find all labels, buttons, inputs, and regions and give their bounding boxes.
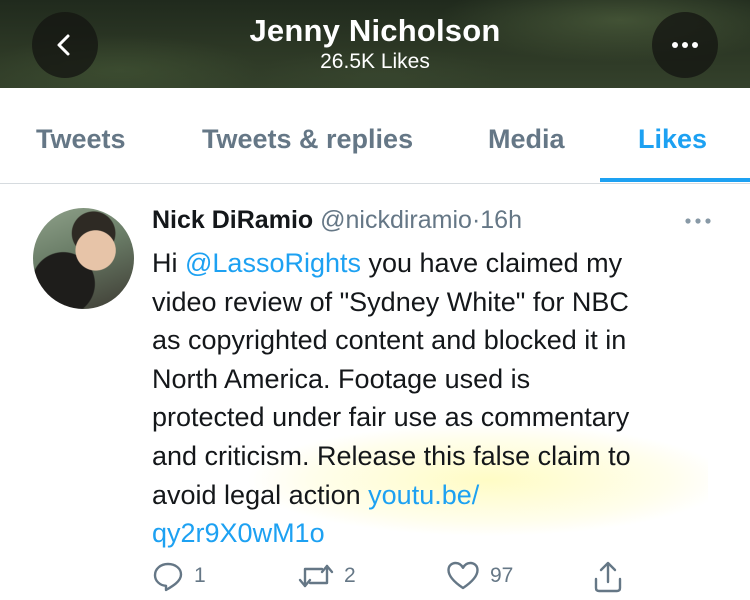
tab-likes[interactable]: Likes — [638, 124, 707, 155]
mention-link[interactable]: @LassoRights — [185, 248, 361, 278]
text-segment: you have claimed my — [361, 248, 623, 278]
text-segment: avoid legal action — [152, 479, 369, 510]
text-segment: Hi — [152, 248, 185, 278]
tweet-line: Hi @LassoRights you have claimed my — [152, 244, 722, 283]
heart-icon — [447, 561, 479, 590]
tweet-line: North America. Footage used is — [152, 363, 531, 394]
reply-button[interactable]: 1 — [152, 560, 206, 592]
tweet-line: video review of "Sydney White" for NBC — [152, 286, 629, 317]
tab-media[interactable]: Media — [488, 124, 565, 155]
reply-count: 1 — [194, 564, 206, 587]
tweet-time[interactable]: 16h — [480, 206, 522, 234]
author-handle[interactable]: @nickdiramio — [320, 206, 472, 234]
profile-tabs: Tweets Tweets & replies Media Likes — [0, 88, 750, 184]
tweet-header: Nick DiRamio @nickdiramio·16h — [152, 206, 522, 235]
active-tab-indicator — [600, 178, 750, 182]
avatar[interactable] — [33, 208, 134, 309]
tweet-more-button[interactable] — [683, 213, 713, 231]
author-name[interactable]: Nick DiRamio — [152, 206, 313, 234]
tab-tweets-replies[interactable]: Tweets & replies — [202, 124, 413, 155]
tweet-line: and criticism. Release this false claim … — [152, 440, 631, 471]
url-link[interactable]: qy2r9X0wM1o — [152, 518, 325, 548]
tweet-text: Hi @LassoRights you have claimed my vide… — [152, 244, 722, 553]
tweet-line: as copyrighted content and blocked it in — [152, 325, 627, 356]
share-icon — [594, 561, 622, 593]
retweet-count: 2 — [344, 564, 356, 587]
like-button[interactable]: 97 — [446, 560, 513, 592]
tweet-line: avoid legal action youtu.be/ — [152, 476, 722, 515]
more-horizontal-icon — [685, 218, 711, 224]
retweet-icon — [298, 564, 334, 588]
reply-icon — [153, 562, 183, 592]
tweet-line: protected under fair use as commentary — [152, 402, 630, 433]
retweet-button[interactable]: 2 — [298, 560, 356, 592]
profile-name: Jenny Nicholson — [249, 13, 501, 48]
like-count: 97 — [490, 564, 514, 587]
likes-count: 26.5K Likes — [320, 50, 430, 73]
tab-tweets[interactable]: Tweets — [36, 124, 126, 155]
more-options-button[interactable] — [652, 12, 718, 78]
url-link[interactable]: youtu.be/ — [368, 480, 479, 510]
tweet-line: qy2r9X0wM1o — [152, 514, 722, 553]
profile-header: Jenny Nicholson 26.5K Likes — [0, 0, 750, 88]
share-button[interactable] — [592, 560, 624, 594]
more-horizontal-icon — [672, 42, 698, 48]
tweet-actions: 1 2 97 — [152, 560, 712, 600]
